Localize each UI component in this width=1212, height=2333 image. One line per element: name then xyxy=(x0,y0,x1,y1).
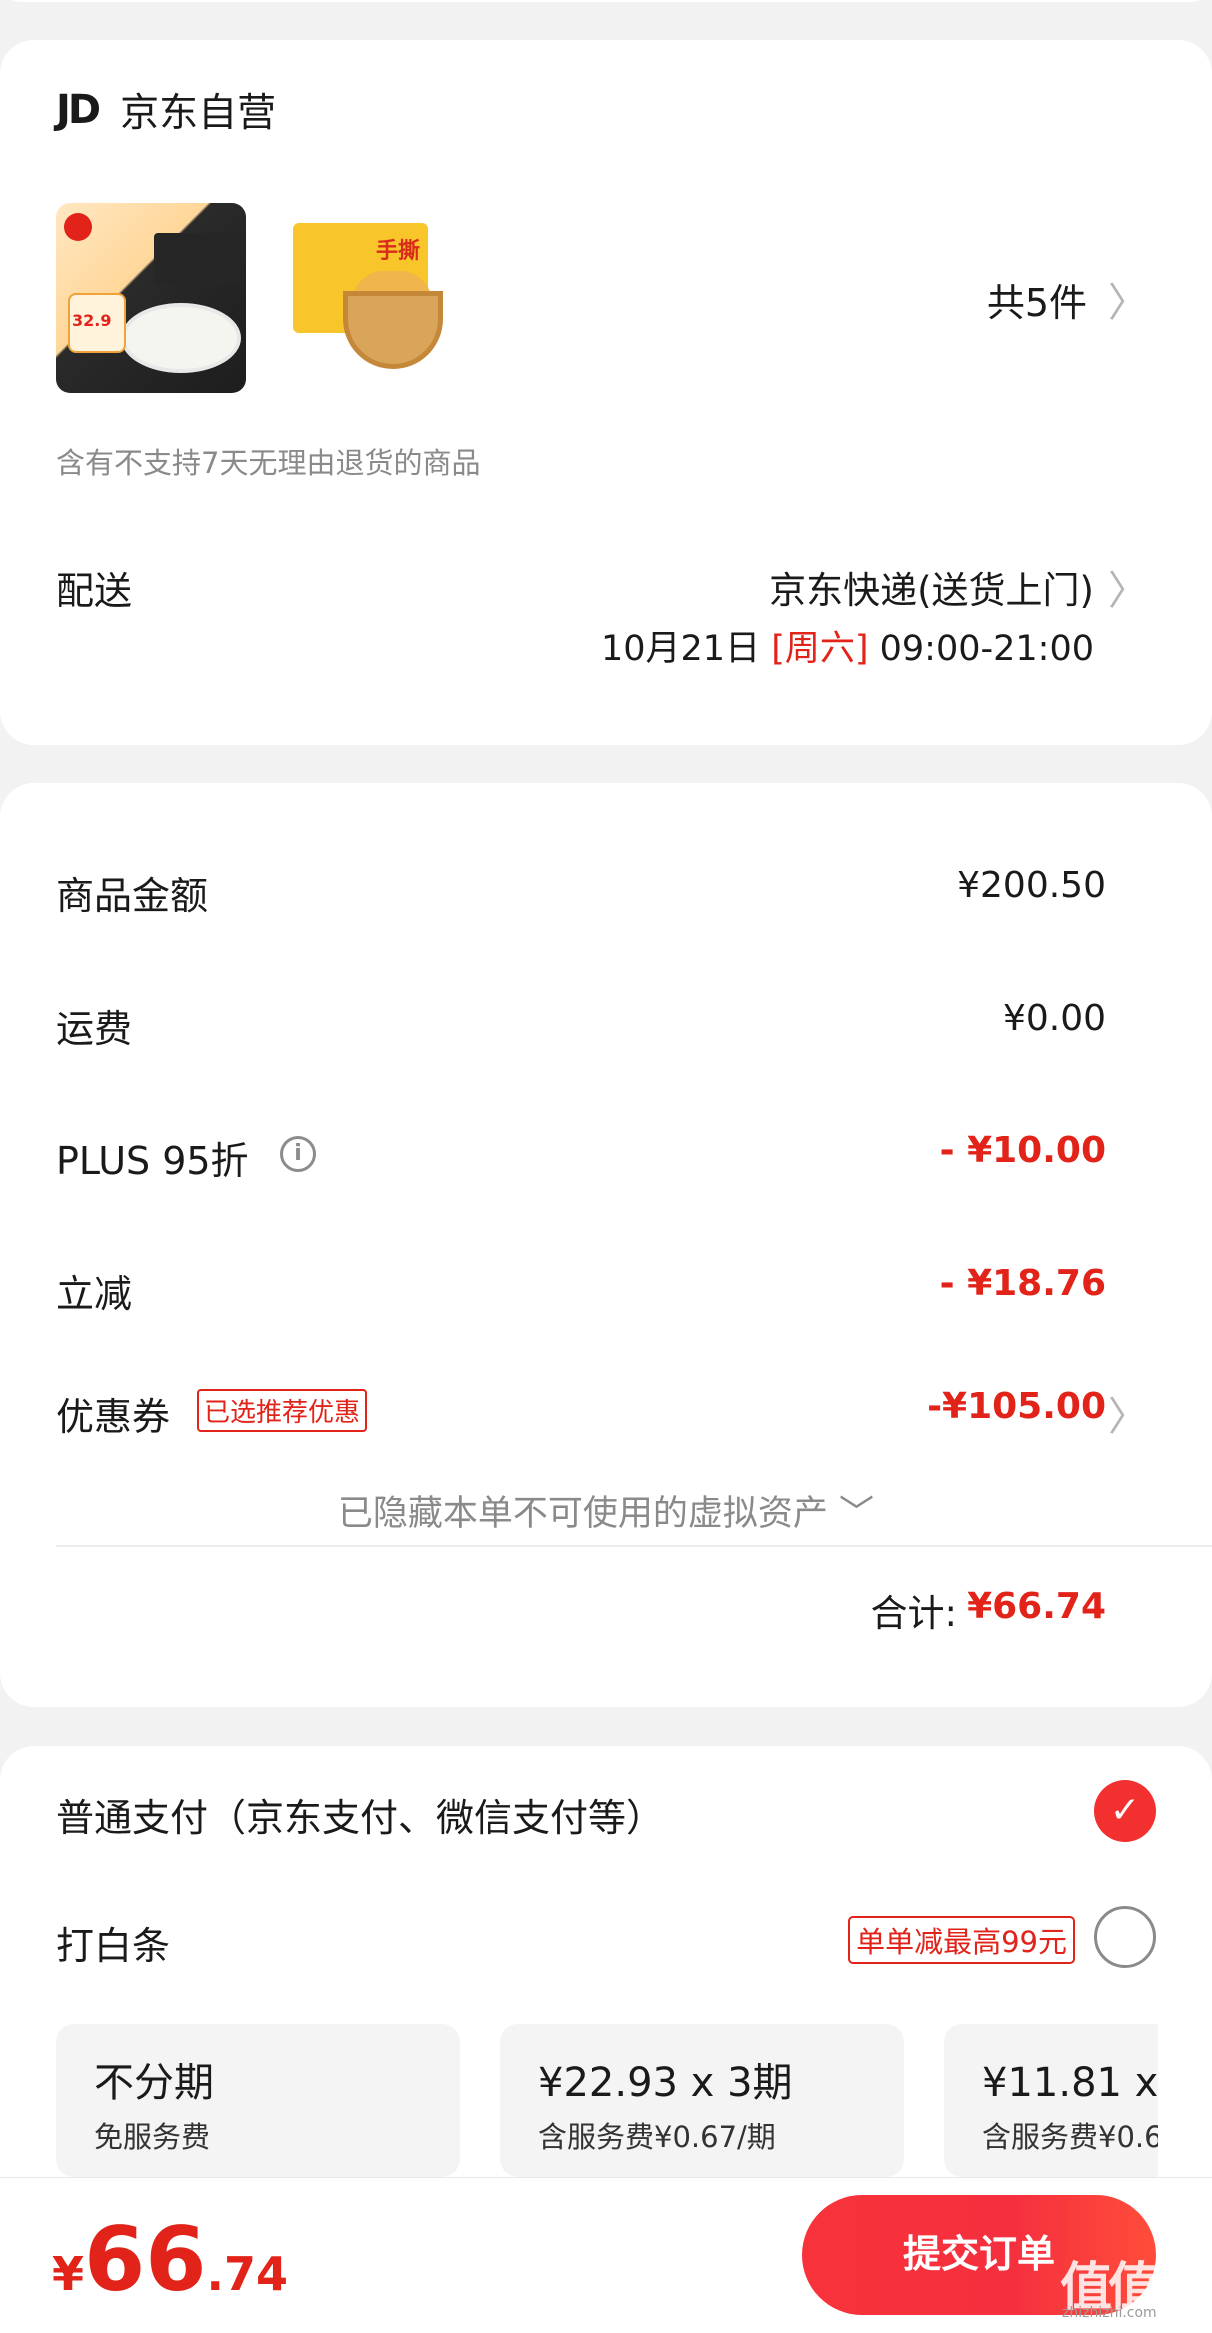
currency-symbol: ¥ xyxy=(52,2247,85,2301)
delivery-method[interactable]: 京东快递(送货上门) xyxy=(769,560,1094,614)
installment-plans: 不分期 免服务费 ¥22.93 x 3期 含服务费¥0.67/期 ¥11.81 … xyxy=(0,2024,1158,2177)
plan-option[interactable]: ¥22.93 x 3期 含服务费¥0.67/期 xyxy=(500,2024,904,2177)
checkmark-radio-icon[interactable]: ✓ xyxy=(1094,1780,1156,1842)
shop-name: 京东自营 xyxy=(120,91,277,136)
coupon-recommended-tag: 已选推荐优惠 xyxy=(197,1389,368,1432)
dumpling-plate xyxy=(121,303,241,373)
hidden-assets-toggle[interactable]: 已隐藏本单不可使用的虚拟资产 ﹀ xyxy=(0,1485,1212,1536)
plus-discount-label: PLUS 95折 xyxy=(56,1139,249,1183)
goods-amount-label: 商品金额 xyxy=(56,874,209,918)
coupon-value[interactable]: -¥105.00 xyxy=(927,1386,1106,1427)
steamer-bowl xyxy=(343,291,443,369)
shop-header: JD 京东自营 xyxy=(56,82,276,138)
chevron-right-icon[interactable]: 〉 xyxy=(1108,558,1148,616)
price-card xyxy=(0,783,1212,1707)
goods-amount-value: ¥200.50 xyxy=(957,865,1106,906)
plan-subtitle: 含服务费¥0.6 xyxy=(982,2120,1158,2154)
product-thumb-pumpkin-bun[interactable]: 手撕 xyxy=(288,203,478,393)
plan-title: 不分期 xyxy=(94,2060,214,2106)
previous-card-edge xyxy=(0,0,1212,2)
watermark-site: zhizhizhi.com xyxy=(1062,2305,1157,2321)
total-label: 合计: xyxy=(870,1592,957,1635)
return-notice: 含有不支持7天无理由退货的商品 xyxy=(56,446,481,480)
thumb-label: 手撕 xyxy=(376,239,421,264)
shipping-label: 运费 xyxy=(56,1007,133,1051)
price-decimal: .74 xyxy=(206,2247,288,2301)
instant-discount-value: - ¥18.76 xyxy=(939,1263,1106,1304)
product-thumb-dumpling[interactable]: 32.9 xyxy=(56,203,246,393)
baitiao-promo-tag: 单单减最高99元 xyxy=(848,1916,1075,1964)
delivery-window: 09:00-21:00 xyxy=(868,629,1094,669)
bottom-total-price: ¥66.74 xyxy=(52,2208,288,2311)
plan-subtitle: 含服务费¥0.67/期 xyxy=(538,2120,776,2154)
total-value: ¥66.74 xyxy=(967,1586,1106,1627)
chevron-right-icon[interactable]: 〉 xyxy=(1108,1384,1148,1442)
delivery-time[interactable]: 10月21日 [周六] 09:00-21:00 xyxy=(601,620,1094,671)
price-integer: 66 xyxy=(84,2208,207,2311)
radio-unselected-icon[interactable] xyxy=(1094,1906,1156,1968)
delivery-weekday: [周六] xyxy=(771,629,869,669)
thumb-badge-price: 32.9 xyxy=(72,311,112,330)
plan-subtitle: 免服务费 xyxy=(94,2120,211,2154)
delivery-date: 10月21日 xyxy=(601,629,772,669)
baitiao-label[interactable]: 打白条 xyxy=(56,1915,170,1970)
chevron-right-icon[interactable]: 〉 xyxy=(1108,270,1148,328)
plan-title: ¥22.93 x 3期 xyxy=(538,2060,793,2106)
jd-logo: JD xyxy=(56,87,101,133)
item-count[interactable]: 共5件 xyxy=(987,272,1087,327)
shipping-value: ¥0.00 xyxy=(1002,998,1106,1039)
instant-discount-label: 立减 xyxy=(56,1272,133,1316)
info-icon[interactable]: i xyxy=(280,1136,316,1172)
plan-title: ¥11.81 x 6期 xyxy=(982,2060,1158,2106)
plan-option[interactable]: ¥11.81 x 6期 含服务费¥0.6 xyxy=(944,2024,1158,2177)
plus-discount-value: - ¥10.00 xyxy=(939,1130,1106,1171)
plan-option[interactable]: 不分期 免服务费 xyxy=(56,2024,460,2177)
coupon-label[interactable]: 优惠券 xyxy=(56,1386,170,1441)
normal-pay-label[interactable]: 普通支付（京东支付、微信支付等） xyxy=(56,1787,664,1842)
divider xyxy=(56,1545,1212,1547)
package-box xyxy=(154,233,240,285)
brand-badge-icon xyxy=(64,213,92,241)
delivery-label: 配送 xyxy=(56,569,133,613)
